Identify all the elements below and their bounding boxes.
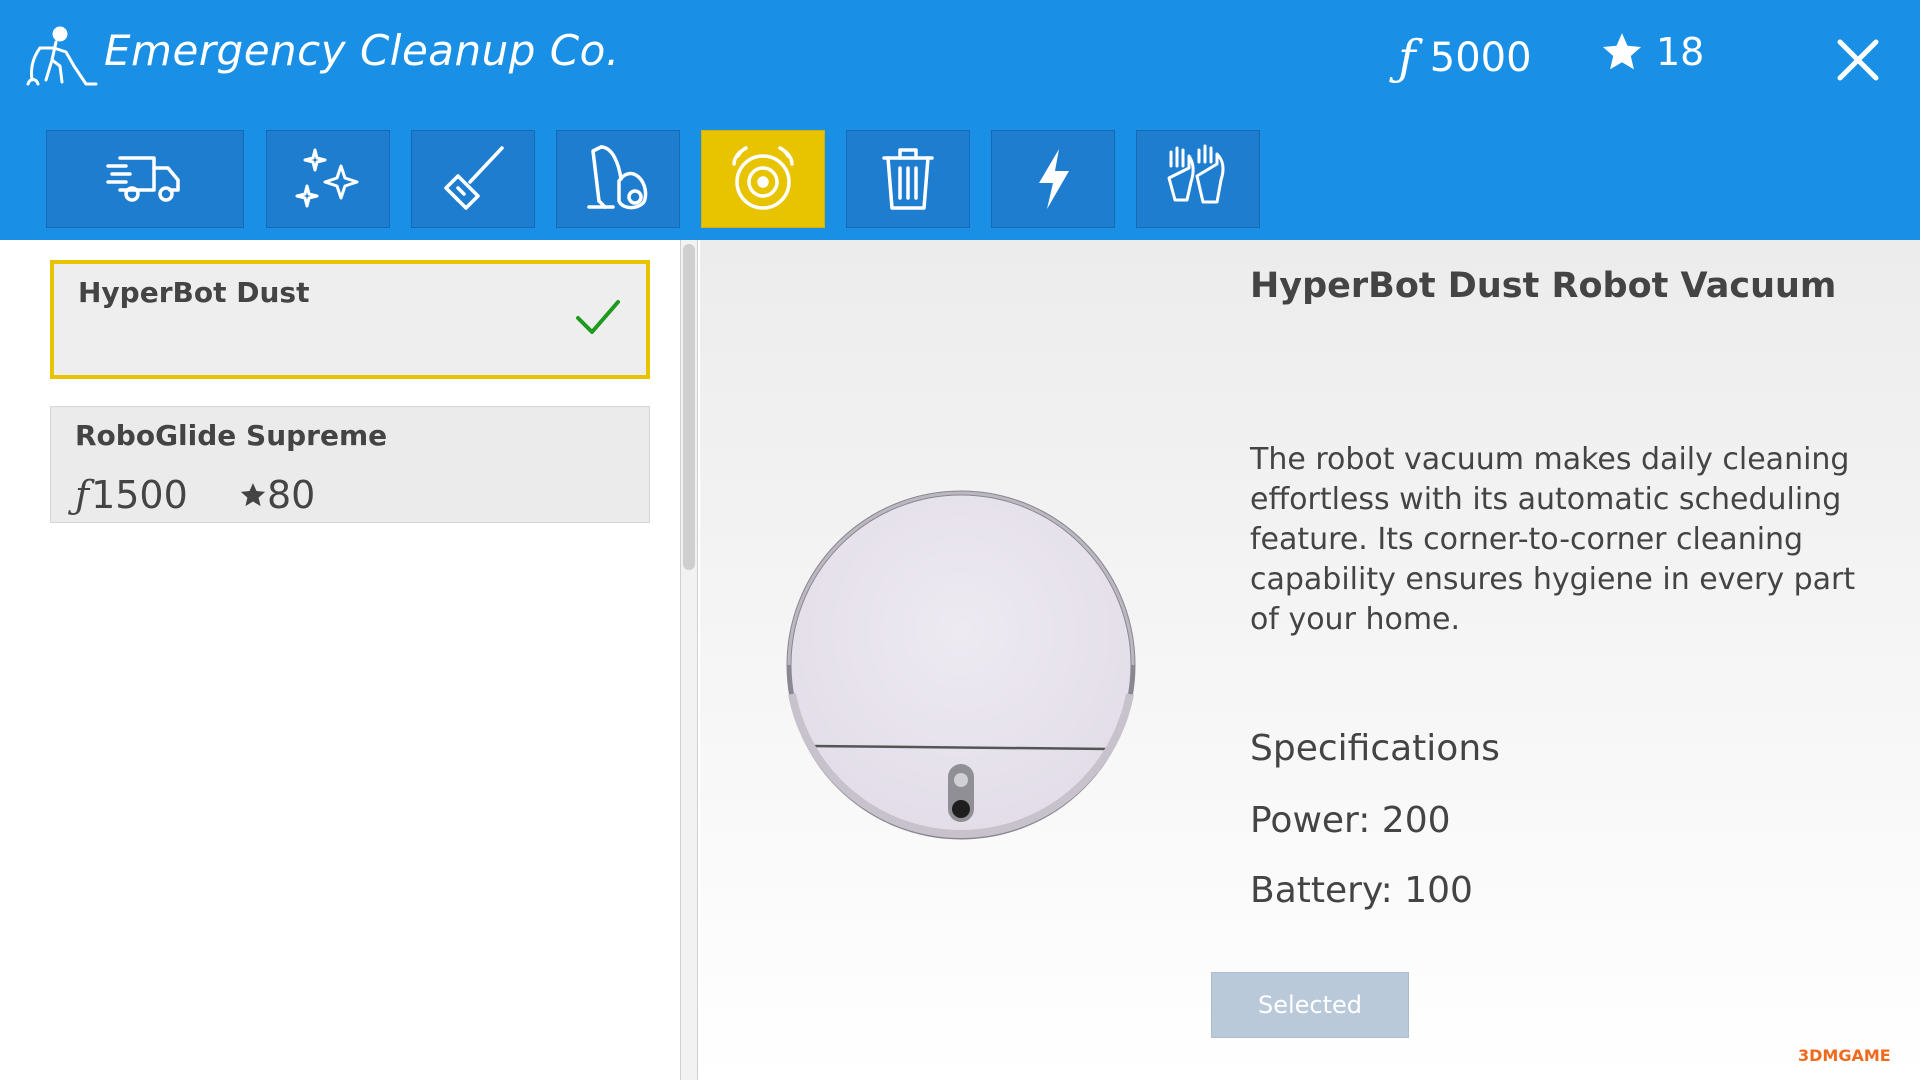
lightning-icon bbox=[1039, 149, 1069, 209]
stars-value: 18 bbox=[1656, 30, 1705, 74]
gloves-icon bbox=[1167, 144, 1225, 204]
tab-trash[interactable] bbox=[846, 130, 970, 228]
money-value: 5000 bbox=[1429, 35, 1532, 81]
price-value: 1500 bbox=[91, 473, 188, 517]
delivery-truck-icon bbox=[106, 156, 180, 202]
product-title: HyperBot Dust Robot Vacuum bbox=[1250, 266, 1837, 306]
tab-robot-vacuum[interactable] bbox=[701, 130, 825, 228]
list-scrollbar-thumb[interactable] bbox=[683, 244, 695, 570]
company-logo-icon bbox=[26, 26, 98, 86]
mop-icon bbox=[444, 146, 504, 210]
currency-icon: ƒ bbox=[75, 473, 90, 517]
tab-sparkles[interactable] bbox=[266, 130, 390, 228]
selected-button[interactable]: Selected bbox=[1211, 972, 1409, 1038]
robot-vacuum-image bbox=[786, 490, 1136, 840]
specs-heading: Specifications bbox=[1250, 728, 1500, 769]
tab-gloves[interactable] bbox=[1136, 130, 1260, 228]
tab-lightning[interactable] bbox=[991, 130, 1115, 228]
close-icon[interactable] bbox=[1834, 36, 1882, 84]
trash-bin-icon bbox=[882, 148, 934, 210]
item-name: HyperBot Dust bbox=[78, 276, 310, 309]
rating-value: 80 bbox=[267, 473, 316, 517]
item-name: RoboGlide Supreme bbox=[75, 419, 388, 452]
star-icon bbox=[240, 483, 266, 507]
star-icon bbox=[1602, 33, 1642, 70]
tab-vacuum[interactable] bbox=[556, 130, 680, 228]
vacuum-cleaner-icon bbox=[587, 145, 648, 210]
list-item-hyperbot-dust[interactable]: HyperBot Dust bbox=[50, 260, 650, 379]
list-item-roboglide-supreme[interactable]: RoboGlide Supreme ƒ 1500 80 bbox=[50, 406, 650, 523]
robot-vacuum-icon bbox=[732, 146, 794, 210]
stars-display: 18 bbox=[1600, 30, 1704, 74]
company-title: Emergency Cleanup Co. bbox=[104, 26, 620, 75]
item-rating: 80 bbox=[239, 473, 315, 517]
check-icon bbox=[576, 300, 620, 334]
tab-delivery[interactable] bbox=[46, 130, 244, 228]
money-display: ƒ 5000 bbox=[1398, 30, 1532, 86]
product-description: The robot vacuum makes daily cleaning ef… bbox=[1250, 442, 1856, 637]
sparkles-icon bbox=[295, 148, 359, 208]
spec-power: Power: 200 bbox=[1250, 800, 1451, 841]
watermark-text: 3DMGAME bbox=[1798, 1046, 1891, 1065]
tab-mop[interactable] bbox=[411, 130, 535, 228]
currency-icon: ƒ bbox=[1398, 30, 1416, 86]
item-price: ƒ 1500 bbox=[75, 473, 188, 517]
spec-battery: Battery: 100 bbox=[1250, 870, 1473, 911]
